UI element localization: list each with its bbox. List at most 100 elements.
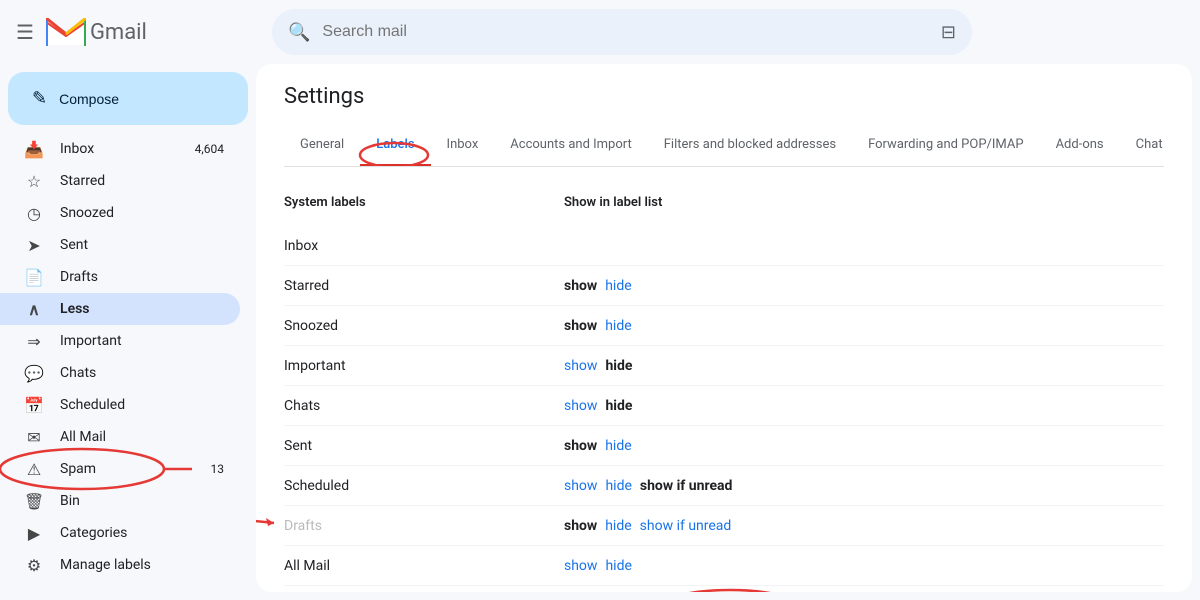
label-name-important: Important xyxy=(284,358,564,374)
starred-hide-link[interactable]: hide xyxy=(605,278,631,294)
categories-icon: ▶ xyxy=(24,524,44,543)
scheduled-label: Scheduled xyxy=(60,397,224,413)
sidebar-item-starred[interactable]: ☆ Starred xyxy=(0,165,240,197)
sidebar-item-manage-labels[interactable]: ⚙ Manage labels xyxy=(0,549,240,581)
sidebar-item-categories[interactable]: ▶ Categories xyxy=(0,517,240,549)
bin-icon: 🗑 xyxy=(24,492,44,511)
table-row: Inbox xyxy=(284,226,1164,266)
sent-label: Sent xyxy=(60,237,224,253)
important-show-link[interactable]: show xyxy=(564,358,597,374)
snoozed-show-link[interactable]: show xyxy=(564,318,597,334)
sidebar-item-sent[interactable]: ➤ Sent xyxy=(0,229,240,261)
scheduled-icon: 📅 xyxy=(24,396,44,415)
body-container: ✎ Compose 📥 Inbox 4,604 ☆ Starred ◷ Snoo… xyxy=(0,64,1200,600)
scheduled-unread-link[interactable]: show if unread xyxy=(640,478,733,494)
inbox-label: Inbox xyxy=(60,141,195,157)
search-input[interactable] xyxy=(322,23,928,41)
label-actions-snoozed: show hide xyxy=(564,318,1164,334)
important-hide-link[interactable]: hide xyxy=(605,358,632,374)
tab-addons[interactable]: Add-ons xyxy=(1040,125,1120,167)
sent-show-link[interactable]: show xyxy=(564,438,597,454)
sidebar-item-spam[interactable]: ⚠ Spam 13 xyxy=(0,453,240,485)
all-mail-hide-link[interactable]: hide xyxy=(605,558,631,574)
sidebar-item-all-mail[interactable]: ✉ All Mail xyxy=(0,421,240,453)
compose-icon: ✎ xyxy=(32,88,47,109)
drafts-label: Drafts xyxy=(60,269,224,285)
tab-labels[interactable]: Labels xyxy=(360,125,430,167)
categories-label: Categories xyxy=(60,525,224,541)
chats-show-link[interactable]: show xyxy=(564,398,597,414)
inbox-icon: 📥 xyxy=(24,140,44,159)
settings-title: Settings xyxy=(284,84,1164,109)
manage-labels-label: Manage labels xyxy=(60,557,224,573)
sidebar-item-snoozed[interactable]: ◷ Snoozed xyxy=(0,197,240,229)
starred-icon: ☆ xyxy=(24,172,44,191)
filter-options-icon[interactable]: ⊟ xyxy=(941,22,956,43)
table-row: Drafts show hide show if unread xyxy=(284,506,1164,546)
label-actions-chats: show hide xyxy=(564,398,1164,414)
less-label: Less xyxy=(60,301,224,317)
sidebar-item-bin[interactable]: 🗑 Bin xyxy=(0,485,240,517)
label-name-all-mail: All Mail xyxy=(284,558,564,574)
sidebar-item-scheduled[interactable]: 📅 Scheduled xyxy=(0,389,240,421)
tab-general[interactable]: General xyxy=(284,125,360,167)
spam-icon: ⚠ xyxy=(24,460,44,479)
settings-body: System labels Show in label list Inbox S… xyxy=(256,167,1192,592)
sidebar-item-important[interactable]: ⇒ Important xyxy=(0,325,240,357)
drafts-icon: 📄 xyxy=(24,268,44,287)
snoozed-hide-link[interactable]: hide xyxy=(605,318,631,334)
label-name-snoozed: Snoozed xyxy=(284,318,564,334)
labels-table: System labels Show in label list Inbox S… xyxy=(284,187,1164,592)
gmail-logo-m xyxy=(46,18,86,46)
all-mail-label: All Mail xyxy=(60,429,224,445)
tab-chat[interactable]: Chat and Meet xyxy=(1120,125,1164,167)
table-row: Snoozed show hide xyxy=(284,306,1164,346)
important-icon: ⇒ xyxy=(24,332,44,351)
all-mail-icon: ✉ xyxy=(24,428,44,447)
scheduled-hide-link[interactable]: hide xyxy=(605,478,631,494)
table-row: Important show hide xyxy=(284,346,1164,386)
less-icon: ∧ xyxy=(24,300,44,319)
inbox-count: 4,604 xyxy=(195,142,224,156)
tab-accounts[interactable]: Accounts and Import xyxy=(494,125,647,167)
label-name-sent: Sent xyxy=(284,438,564,454)
sent-icon: ➤ xyxy=(24,236,44,255)
menu-icon[interactable]: ☰ xyxy=(16,20,34,44)
starred-show-link[interactable]: show xyxy=(564,278,597,294)
table-header: System labels Show in label list xyxy=(284,187,1164,218)
chats-label: Chats xyxy=(60,365,224,381)
spam-label: Spam xyxy=(60,461,211,477)
sidebar-item-inbox[interactable]: 📥 Inbox 4,604 xyxy=(0,133,240,165)
label-name-starred: Starred xyxy=(284,278,564,294)
label-name-scheduled: Scheduled xyxy=(284,478,564,494)
sidebar-item-drafts[interactable]: 📄 Drafts xyxy=(0,261,240,293)
label-name-inbox: Inbox xyxy=(284,238,564,254)
search-icon: 🔍 xyxy=(288,22,310,43)
sidebar-item-chats[interactable]: 💬 Chats xyxy=(0,357,240,389)
tab-filters[interactable]: Filters and blocked addresses xyxy=(648,125,852,167)
table-row: All Mail show hide xyxy=(284,546,1164,586)
settings-header: Settings General Labels Inbox Accounts a… xyxy=(256,64,1192,167)
snoozed-label: Snoozed xyxy=(60,205,224,221)
col-show-in-label: Show in label list xyxy=(564,195,1164,210)
tab-forwarding[interactable]: Forwarding and POP/IMAP xyxy=(852,125,1040,167)
label-actions-drafts: show hide show if unread xyxy=(564,518,1164,534)
gmail-text: Gmail xyxy=(90,20,147,45)
tab-inbox[interactable]: Inbox xyxy=(431,125,495,167)
drafts-show-link[interactable]: show xyxy=(564,518,597,534)
important-label: Important xyxy=(60,333,224,349)
manage-labels-icon: ⚙ xyxy=(24,556,44,575)
all-mail-show-link[interactable]: show xyxy=(564,558,597,574)
drafts-hide-link[interactable]: hide xyxy=(605,518,631,534)
header: ☰ Gmail 🔍 ⊟ xyxy=(0,0,1200,64)
table-row: Chats show hide xyxy=(284,386,1164,426)
drafts-unread-link[interactable]: show if unread xyxy=(640,518,732,534)
table-row: Sent show hide xyxy=(284,426,1164,466)
snoozed-icon: ◷ xyxy=(24,204,44,223)
sent-hide-link[interactable]: hide xyxy=(605,438,631,454)
label-actions-important: show hide xyxy=(564,358,1164,374)
scheduled-show-link[interactable]: show xyxy=(564,478,597,494)
compose-button[interactable]: ✎ Compose xyxy=(8,72,248,125)
chats-hide-link[interactable]: hide xyxy=(605,398,632,414)
sidebar-item-less[interactable]: ∧ Less xyxy=(0,293,240,325)
